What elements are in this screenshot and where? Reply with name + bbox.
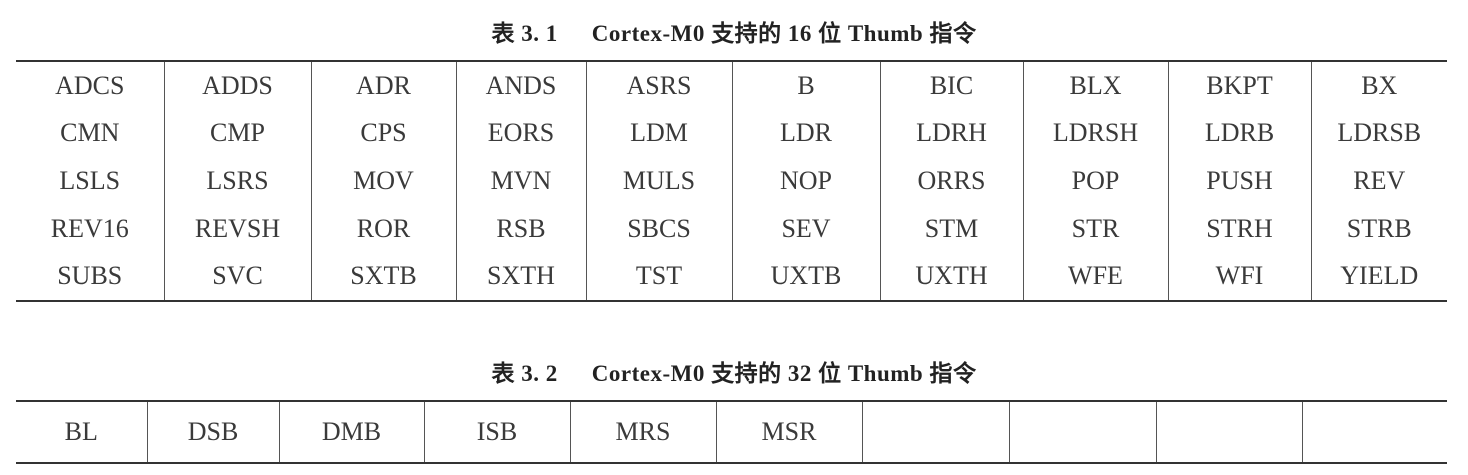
instruction-cell: SUBS [16,252,165,301]
instruction-cell: LSLS [16,157,165,205]
instruction-cell [861,401,1010,463]
instruction-cell: LDRSB [1310,109,1447,158]
instruction-cell: LSRS [163,157,312,205]
instruction-cell: BL [16,401,148,463]
table-row: CMN CMP CPS EORS LDM LDR LDRH LDRSH LDRB LDRSB [16,109,1447,158]
instruction-cell: REV [1310,157,1447,205]
thumb-16bit-instruction-table: ADCS ADDS ADR ANDS ASRS B BIC BLX BKPT BX CMN CMP CP… [16,60,1447,302]
instruction-cell: WFI [1167,252,1312,301]
instruction-cell: WFE [1022,252,1169,301]
instruction-cell: STM [879,204,1024,253]
instruction-cell: UXTH [879,252,1024,301]
instruction-cell: STRB [1310,204,1447,253]
instruction-cell: REV16 [16,204,165,253]
instruction-cell: PUSH [1167,157,1312,205]
caption-number: 表 3. 1 [491,21,558,46]
instruction-cell [1008,401,1157,463]
instruction-cell: ANDS [455,61,587,110]
instruction-cell: CPS [310,109,457,158]
instruction-cell: CMN [16,109,165,158]
instruction-cell: TST [585,252,733,301]
instruction-cell: YIELD [1310,252,1447,301]
instruction-cell: ISB [423,401,571,463]
instruction-cell: ASRS [585,61,733,110]
caption-title: Cortex-M0 支持的 16 位 Thumb 指令 [591,21,977,46]
table-row: LSLS LSRS MOV MVN MULS NOP ORRS POP PUSH REV [16,157,1447,205]
instruction-cell: RSB [455,204,587,253]
instruction-cell: LDR [731,109,881,158]
caption-number: 表 3. 2 [491,361,558,386]
instruction-cell: UXTB [731,252,881,301]
table-row: SUBS SVC SXTB SXTH TST UXTB UXTH WFE WFI YIELD [16,252,1447,301]
instruction-cell: LDRB [1167,109,1312,158]
table-caption-32bit: 表 3. 2 Cortex-M0 支持的 32 位 Thumb 指令 [0,354,1468,388]
instruction-cell: MSR [715,401,863,463]
instruction-cell: B [731,61,881,110]
instruction-cell: SXTB [310,252,457,301]
instruction-cell: DSB [146,401,280,463]
instruction-cell: STR [1022,204,1169,253]
instruction-cell: STRH [1167,204,1312,253]
instruction-cell: MOV [310,157,457,205]
instruction-cell: SVC [163,252,312,301]
instruction-cell: NOP [731,157,881,205]
instruction-cell [1155,401,1303,463]
instruction-cell [1301,401,1447,463]
table-row: ADCS ADDS ADR ANDS ASRS B BIC BLX BKPT BX [16,61,1447,110]
instruction-cell: ADDS [163,61,312,110]
instruction-cell: ORRS [879,157,1024,205]
instruction-cell: SXTH [455,252,587,301]
instruction-cell: POP [1022,157,1169,205]
instruction-cell: BIC [879,61,1024,110]
table-caption-16bit: 表 3. 1 Cortex-M0 支持的 16 位 Thumb 指令 [0,14,1468,48]
instruction-cell: LDRH [879,109,1024,158]
instruction-cell: MRS [569,401,717,463]
instruction-cell: BX [1310,61,1447,110]
instruction-cell: MULS [585,157,733,205]
thumb-32bit-instruction-table: BL DSB DMB ISB MRS MSR [16,400,1447,464]
table-row: REV16 REVSH ROR RSB SBCS SEV STM STR STRH STRB [16,204,1447,253]
instruction-cell: EORS [455,109,587,158]
instruction-cell: ADCS [16,61,165,110]
instruction-cell: BKPT [1167,61,1312,110]
instruction-cell: ADR [310,61,457,110]
instruction-cell: SBCS [585,204,733,253]
caption-title: Cortex-M0 支持的 32 位 Thumb 指令 [591,361,977,386]
instruction-cell: SEV [731,204,881,253]
instruction-cell: MVN [455,157,587,205]
instruction-cell: ROR [310,204,457,253]
instruction-cell: BLX [1022,61,1169,110]
instruction-cell: CMP [163,109,312,158]
instruction-cell: LDRSH [1022,109,1169,158]
instruction-cell: REVSH [163,204,312,253]
instruction-cell: LDM [585,109,733,158]
table-row: BL DSB DMB ISB MRS MSR [16,401,1447,463]
instruction-cell: DMB [278,401,425,463]
